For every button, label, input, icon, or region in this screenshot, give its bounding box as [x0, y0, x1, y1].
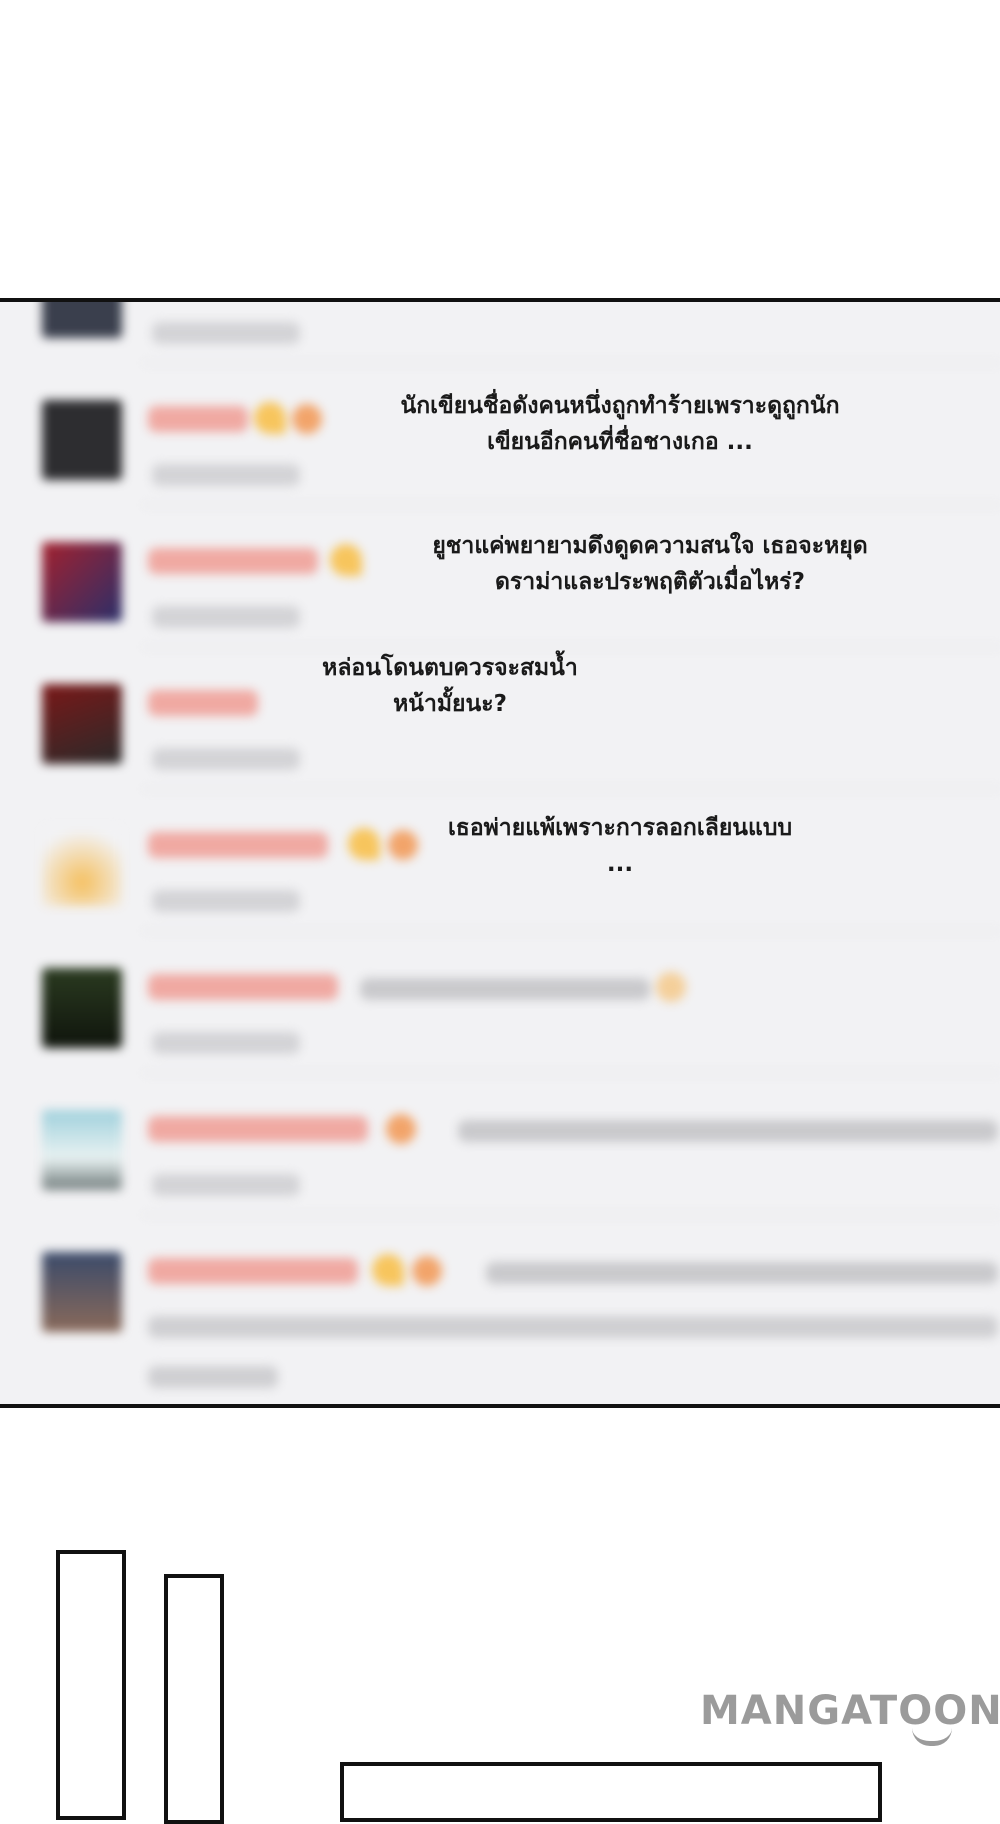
comment-time [152, 464, 300, 486]
avatar [42, 826, 122, 906]
badge-icon [412, 1256, 442, 1286]
comment-time [152, 322, 300, 344]
avatar [42, 684, 122, 764]
comment-text [458, 1120, 998, 1142]
comment-text [360, 978, 650, 1000]
avatar [42, 302, 122, 338]
badge-icon [292, 404, 322, 434]
comment-text [148, 1316, 998, 1338]
caption-4: เธอพ่ายแพ้เพราะการลอกเลียนแบบ ... [447, 815, 793, 877]
mangatoon-watermark: MANGATOON [700, 1688, 1000, 1758]
badge-icon [348, 828, 380, 860]
avatar [42, 968, 122, 1048]
watermark-text: MANGATOON [700, 1688, 1000, 1734]
comment-text [148, 1366, 278, 1388]
comment-row [0, 302, 1000, 364]
smile-curve-icon [912, 1728, 952, 1746]
avatar [42, 1252, 122, 1332]
comment-time [152, 606, 300, 628]
avatar [42, 542, 122, 622]
line-art-shape [164, 1574, 224, 1824]
username [148, 832, 328, 858]
username [148, 1116, 368, 1142]
comment-time [152, 890, 300, 912]
comment-time [152, 1174, 300, 1196]
comment-row [0, 1074, 1000, 1216]
avatar [42, 400, 122, 480]
badge-icon [656, 972, 686, 1002]
comment-time [152, 1032, 300, 1054]
username [148, 406, 248, 432]
comment-time [152, 748, 300, 770]
username [148, 974, 338, 1000]
caption-2: ยูชาแค่พยายามดึงดูดความสนใจ เธอจะหยุด ดร… [432, 533, 868, 595]
badge-icon [254, 402, 286, 434]
avatar [42, 1110, 122, 1190]
badge-icon [330, 544, 362, 576]
caption-1: นักเขียนชื่อดังคนหนึ่งถูกทำร้ายเพราะดูถู… [400, 393, 840, 455]
line-art-shape [340, 1762, 882, 1822]
comment-row [0, 1216, 1000, 1404]
comment-text [486, 1262, 998, 1284]
badge-icon [372, 1254, 404, 1286]
username [148, 548, 318, 574]
username [148, 690, 258, 716]
comic-page: นักเขียนชื่อดังคนหนึ่งถูกทำร้ายเพราะดูถู… [0, 0, 1000, 1824]
badge-icon [386, 1114, 416, 1144]
line-art-shape [56, 1550, 126, 1820]
username [148, 1258, 358, 1284]
comment-row [0, 932, 1000, 1074]
caption-3: หล่อนโดนตบควรจะสมน้ำ หน้ามั้ยนะ? [322, 655, 578, 717]
